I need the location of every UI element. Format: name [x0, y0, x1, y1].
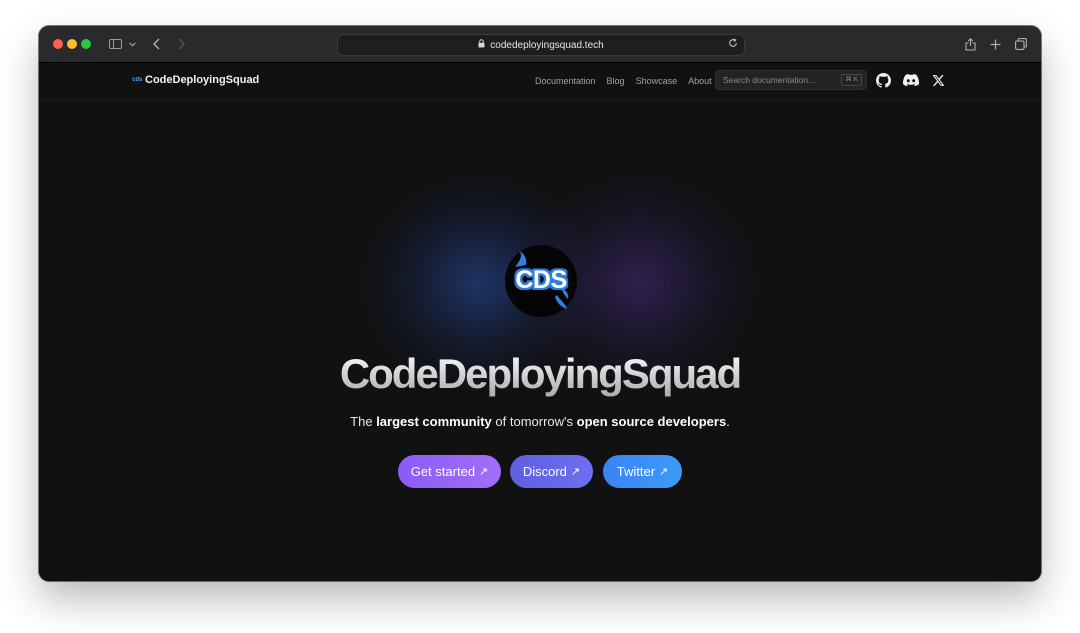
- nav-link-showcase[interactable]: Showcase: [636, 76, 678, 86]
- search-shortcut-badge: ⌘ K: [841, 74, 862, 86]
- discord-icon[interactable]: [902, 71, 920, 89]
- discord-button[interactable]: Discord ↗: [510, 455, 593, 488]
- external-arrow-icon: ↗: [659, 466, 669, 478]
- external-arrow-icon: ↗: [570, 466, 581, 478]
- nav-link-about[interactable]: About: [688, 76, 712, 86]
- nav-link-blog[interactable]: Blog: [607, 76, 625, 86]
- browser-window: codedeployingsquad.tech cds CodeDeployin…: [39, 26, 1041, 581]
- back-arrow-icon[interactable]: [150, 34, 162, 54]
- share-icon[interactable]: [963, 34, 977, 54]
- plus-icon[interactable]: [988, 34, 1002, 54]
- reload-icon[interactable]: [728, 38, 738, 51]
- twitter-button[interactable]: Twitter ↗: [603, 455, 682, 488]
- nav-link-documentation[interactable]: Documentation: [535, 76, 596, 86]
- lock-icon: [478, 39, 485, 51]
- hero-title: CodeDeployingSquad: [39, 350, 1041, 398]
- minimize-window-button[interactable]: [67, 39, 77, 49]
- logo-text: CDS: [515, 266, 567, 294]
- tagline-text: of tomorrow's: [491, 414, 577, 429]
- brand-name: CodeDeployingSquad: [145, 74, 260, 86]
- tagline-text: The: [350, 414, 377, 429]
- github-icon[interactable]: [874, 71, 892, 89]
- button-label: Get started: [410, 464, 476, 479]
- button-label: Discord: [522, 464, 567, 479]
- hero-tagline: The largest community of tomorrow's open…: [39, 414, 1041, 429]
- cds-logo: CDS: [505, 245, 577, 317]
- external-arrow-icon: ↗: [479, 466, 489, 478]
- close-window-button[interactable]: [53, 39, 63, 49]
- button-label: Twitter: [616, 464, 656, 479]
- tabs-overview-icon[interactable]: [1014, 34, 1028, 54]
- tagline-emphasis: largest community: [376, 414, 492, 429]
- search-input[interactable]: Search documentation... ⌘ K: [715, 70, 867, 90]
- browser-toolbar: codedeployingsquad.tech: [39, 26, 1041, 63]
- tagline-text: .: [726, 414, 730, 429]
- zoom-window-button[interactable]: [81, 39, 91, 49]
- sidebar-icon[interactable]: [107, 34, 123, 54]
- url-text: codedeployingsquad.tech: [490, 39, 604, 51]
- x-icon[interactable]: [929, 71, 947, 89]
- search-placeholder: Search documentation...: [723, 75, 816, 85]
- nav-links: Documentation Blog Showcase About: [535, 76, 712, 86]
- site-navbar: cds CodeDeployingSquad Documentation Blo…: [39, 63, 1041, 101]
- forward-arrow-icon[interactable]: [175, 34, 187, 54]
- brand-logo-icon: cds: [132, 76, 143, 83]
- get-started-button[interactable]: Get started ↗: [398, 455, 501, 488]
- webpage: cds CodeDeployingSquad Documentation Blo…: [39, 63, 1041, 581]
- address-bar[interactable]: codedeployingsquad.tech: [337, 34, 745, 56]
- chevron-down-icon[interactable]: [127, 34, 137, 54]
- brand-link[interactable]: cds CodeDeployingSquad: [132, 74, 259, 86]
- tagline-emphasis: open source developers: [576, 414, 727, 429]
